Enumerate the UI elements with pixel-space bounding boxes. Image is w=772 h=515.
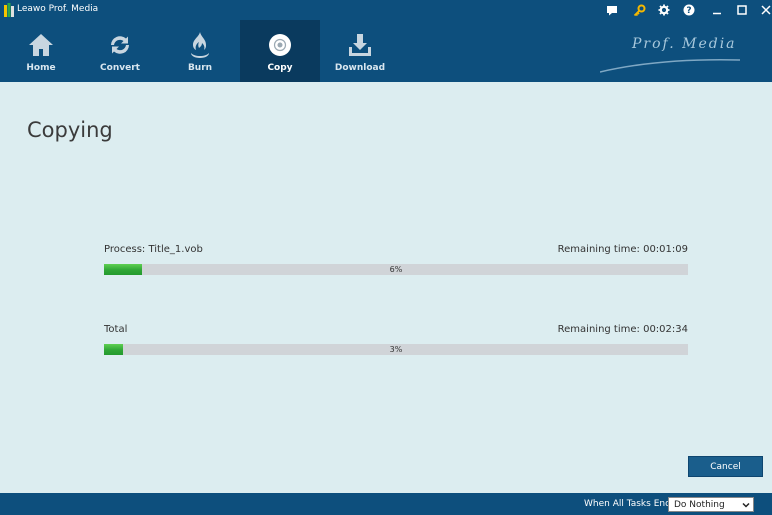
nav-label-copy: Copy — [267, 63, 293, 73]
tasks-end-label: When All Tasks End: — [584, 499, 674, 509]
nav-convert[interactable]: Convert — [80, 20, 160, 82]
progress-percent-total: 3% — [389, 345, 403, 354]
task-total-label: Total — [104, 324, 128, 335]
task-total-remaining: Remaining time: 00:02:34 — [557, 324, 688, 335]
nav-download[interactable]: Download — [320, 20, 400, 82]
brand-logo: Prof. Media — [600, 30, 750, 80]
nav-home[interactable]: Home — [1, 20, 81, 82]
download-icon — [345, 30, 375, 60]
key-icon[interactable] — [631, 2, 647, 18]
progress-bar-process: 6% — [104, 264, 688, 275]
nav-copy[interactable]: Copy — [240, 20, 320, 82]
progress-percent-process: 6% — [389, 265, 403, 274]
main-nav: Home Convert Burn Copy Download Prof. Me… — [0, 20, 772, 82]
home-icon — [26, 30, 56, 60]
close-icon[interactable] — [758, 2, 772, 18]
burn-icon — [185, 30, 215, 60]
app-logo-icon — [4, 3, 14, 17]
task-process-remaining: Remaining time: 00:01:09 — [557, 244, 688, 255]
task-process: Process: Title_1.vob Remaining time: 00:… — [104, 244, 688, 276]
footer-bar: When All Tasks End: Do Nothing — [0, 493, 772, 515]
nav-label-home: Home — [26, 63, 56, 73]
chat-icon[interactable] — [604, 2, 620, 18]
nav-label-convert: Convert — [100, 63, 140, 73]
maximize-icon[interactable] — [734, 2, 750, 18]
nav-label-download: Download — [334, 63, 386, 73]
brand-swoosh-icon — [600, 59, 741, 73]
page-title: Copying — [27, 118, 113, 142]
minimize-icon[interactable] — [709, 2, 725, 18]
svg-text:?: ? — [686, 6, 691, 16]
tasks-end-select[interactable]: Do Nothing — [668, 497, 754, 512]
nav-burn[interactable]: Burn — [160, 20, 240, 82]
title-bar: Leawo Prof. Media ? — [0, 0, 772, 20]
progress-bar-total: 3% — [104, 344, 688, 355]
task-process-label: Process: Title_1.vob — [104, 244, 203, 255]
settings-icon[interactable] — [656, 2, 672, 18]
nav-label-burn: Burn — [187, 63, 213, 73]
task-total: Total Remaining time: 00:02:34 3% — [104, 324, 688, 356]
chevron-down-icon — [742, 502, 750, 508]
help-icon[interactable]: ? — [681, 2, 697, 18]
convert-icon — [105, 30, 135, 60]
copy-disc-icon — [265, 30, 295, 60]
window-title: Leawo Prof. Media — [17, 4, 99, 14]
cancel-button[interactable]: Cancel — [688, 456, 763, 477]
tasks-end-select-value: Do Nothing — [674, 500, 725, 510]
